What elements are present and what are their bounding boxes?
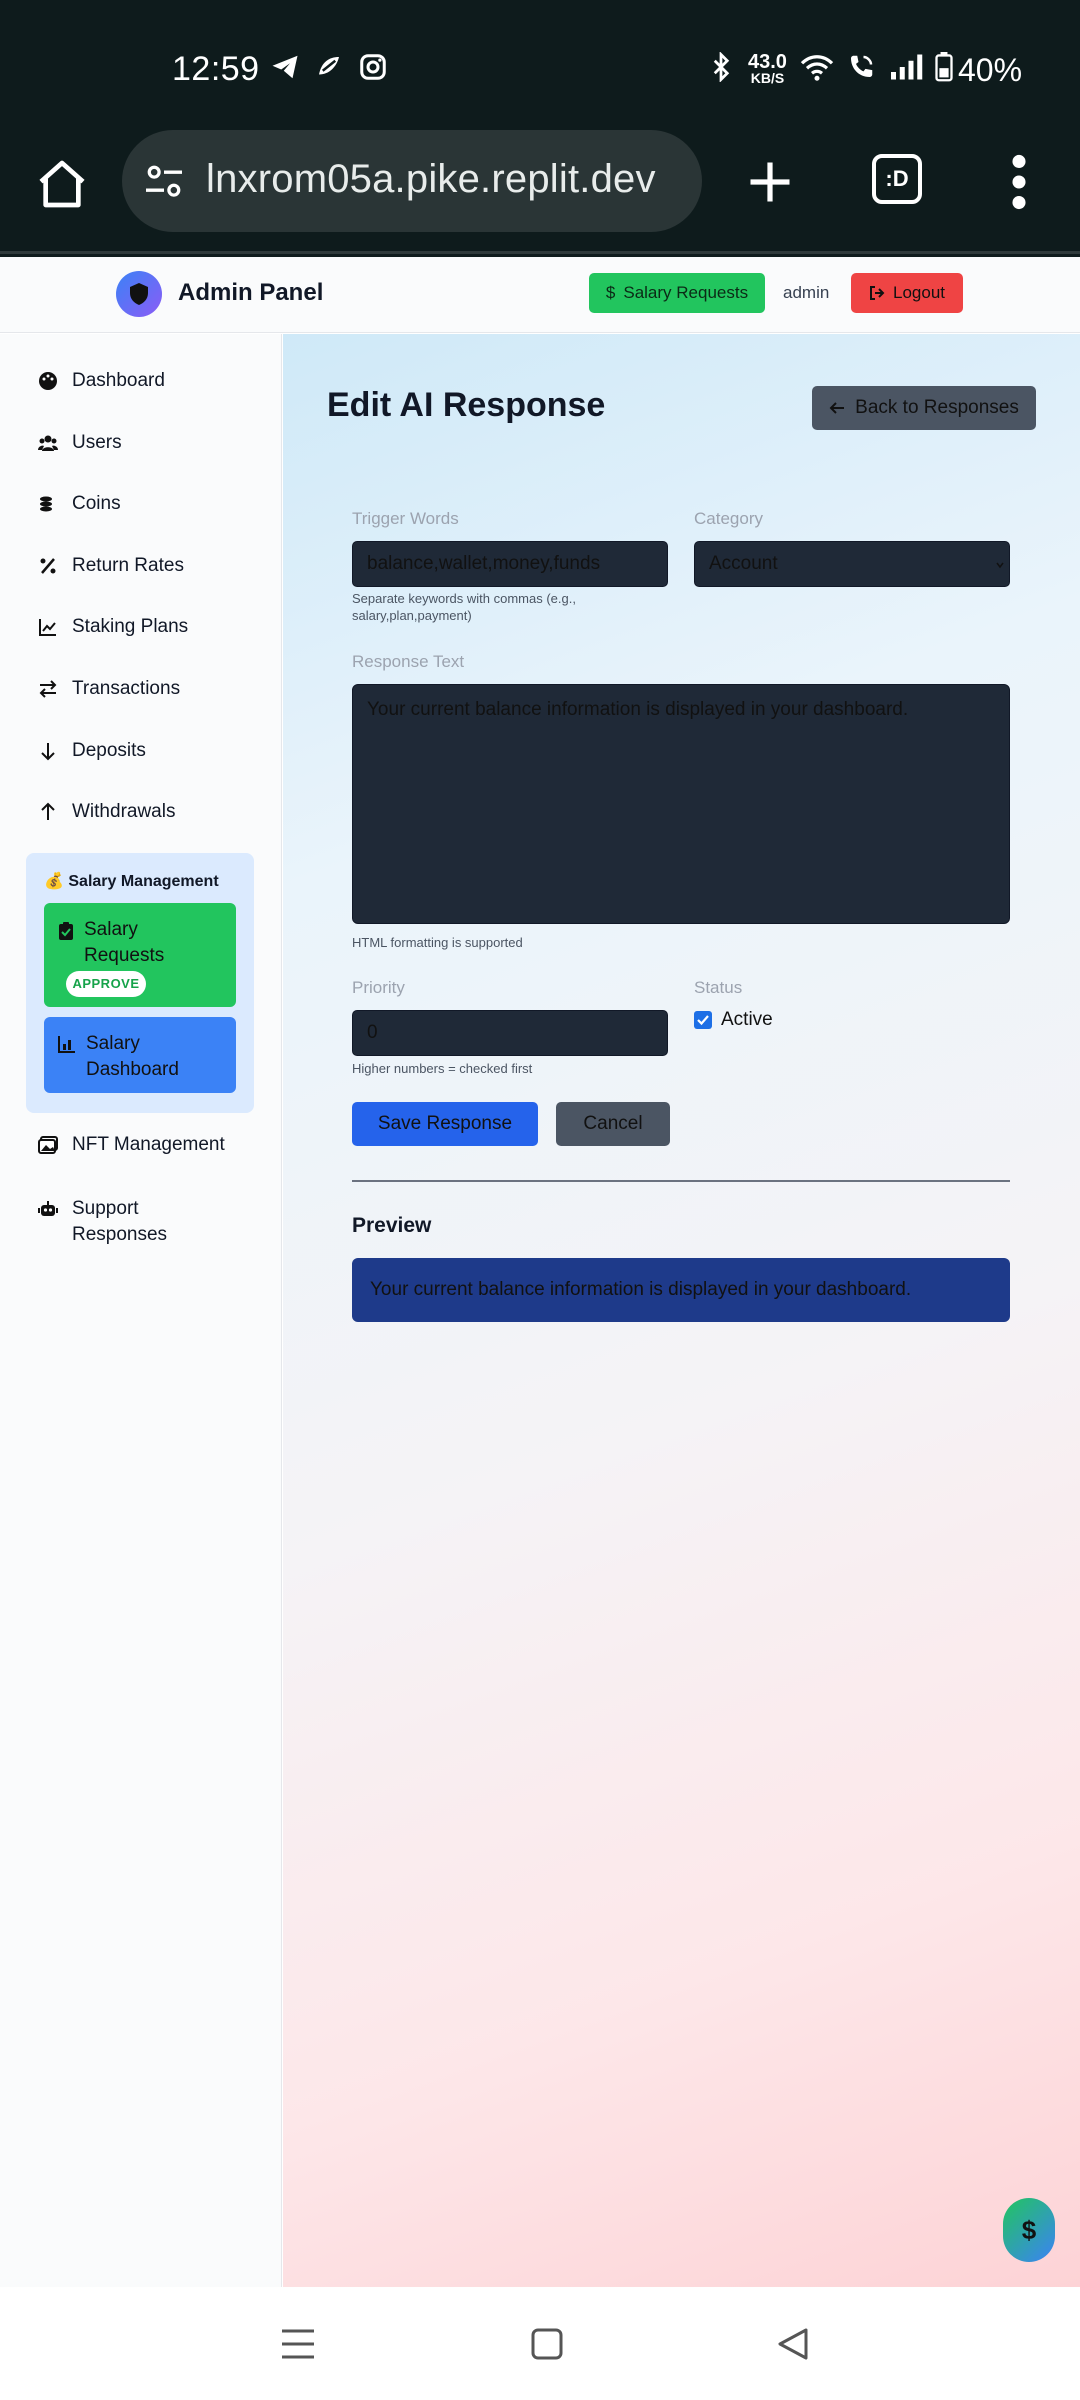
approve-badge: APPROVE (66, 971, 146, 997)
app-notification-icon (319, 57, 339, 75)
coins-icon (40, 496, 52, 512)
chart-line-icon (39, 619, 56, 636)
address-bar[interactable]: lnxrom05a.pike.replit.dev (122, 130, 702, 232)
battery-icon (935, 52, 953, 82)
arrow-left-icon (829, 402, 845, 414)
exchange-icon (39, 680, 57, 698)
network-speed: 43.0 KB/S (748, 51, 787, 86)
logout-button[interactable]: Logout (851, 273, 963, 313)
sidebar-item-nft-management[interactable]: NFT Management (38, 1134, 225, 1156)
salary-fab-button[interactable]: $ (1003, 2198, 1055, 2262)
palette-icon (39, 372, 57, 390)
home-icon[interactable] (34, 156, 90, 212)
save-response-button[interactable]: Save Response (352, 1102, 538, 1146)
preview-box: Your current balance information is disp… (352, 1258, 1010, 1322)
current-user: admin (783, 283, 830, 302)
url-text: lnxrom05a.pike.replit.dev (206, 157, 656, 201)
salary-requests-button[interactable]: $ Salary Requests (589, 273, 765, 313)
chevron-down-icon (996, 562, 1004, 569)
arrow-down-icon (41, 743, 55, 761)
new-tab-icon[interactable] (744, 156, 796, 208)
category-label: Category (694, 509, 763, 528)
trigger-words-label: Trigger Words (352, 509, 459, 528)
main-content: Edit AI Response Back to Responses Trigg… (283, 334, 1080, 2287)
active-label: Active (721, 1009, 773, 1030)
image-icon (38, 1136, 58, 1154)
dollar-icon: $ (605, 283, 616, 302)
telegram-icon (272, 55, 298, 79)
trigger-words-input[interactable]: balance,wallet,money,funds (352, 541, 668, 587)
sidebar-item-users[interactable]: Users (38, 432, 122, 454)
brand-title: Admin Panel (178, 279, 324, 306)
sidebar: Dashboard Users Coins Return Rates Staki… (0, 334, 282, 2287)
sidebar-item-salary-dashboard[interactable]: Salary Dashboard (44, 1017, 236, 1093)
system-navigation-bar (0, 2287, 1080, 2400)
priority-hint: Higher numbers = checked first (352, 1061, 533, 1076)
trigger-words-hint: Separate keywords with commas (e.g., sal… (352, 591, 576, 623)
sidebar-item-salary-requests[interactable]: Salary Requests APPROVE (44, 903, 236, 1007)
salary-management-title: 💰 Salary Management (44, 873, 219, 890)
arrow-up-icon (41, 802, 55, 820)
signal-icon (891, 54, 923, 80)
more-menu-icon[interactable] (1004, 154, 1034, 210)
users-icon (38, 435, 58, 451)
shield-logo-icon (116, 271, 162, 317)
back-nav-icon[interactable] (776, 2327, 810, 2361)
clock: 12:59 (172, 50, 260, 88)
sidebar-item-support-responses[interactable]: Support Responses (38, 1196, 192, 1248)
back-to-responses-button[interactable]: Back to Responses (812, 386, 1036, 430)
preview-title: Preview (352, 1214, 432, 1237)
status-bar: 12:59 43.0 KB/S 40% (0, 0, 1080, 130)
clipboard-check-icon (59, 922, 73, 940)
page-title: Edit AI Response (327, 386, 606, 424)
sidebar-item-staking-plans[interactable]: Staking Plans (38, 616, 188, 638)
recent-apps-icon[interactable] (280, 2327, 316, 2361)
active-checkbox[interactable] (694, 1011, 712, 1029)
web-page: Admin Panel $ Salary Requests admin Logo… (0, 257, 1080, 2287)
bluetooth-icon (713, 52, 730, 82)
salary-management-group: 💰 Salary Management Salary Requests APPR… (26, 853, 254, 1113)
home-nav-icon[interactable] (530, 2327, 564, 2361)
wifi-icon (800, 55, 834, 81)
divider (352, 1180, 1010, 1182)
category-select[interactable]: Account (694, 541, 1010, 587)
percent-icon (40, 558, 56, 574)
chart-bar-icon (58, 1036, 75, 1053)
sidebar-item-coins[interactable]: Coins (38, 493, 121, 515)
sidebar-item-return-rates[interactable]: Return Rates (38, 555, 184, 577)
sidebar-item-transactions[interactable]: Transactions (38, 678, 180, 700)
cancel-button[interactable]: Cancel (556, 1102, 670, 1146)
response-text-hint: HTML formatting is supported (352, 935, 523, 950)
logout-icon (870, 286, 885, 300)
checkmark-icon (697, 1015, 709, 1026)
priority-label: Priority (352, 978, 405, 997)
sidebar-item-dashboard[interactable]: Dashboard (38, 370, 165, 392)
tab-switcher-button[interactable]: :D (872, 154, 922, 204)
site-settings-icon[interactable] (144, 164, 184, 200)
instagram-icon (360, 54, 386, 80)
browser-toolbar: lnxrom05a.pike.replit.dev :D (0, 130, 1080, 254)
response-text-input[interactable]: Your current balance information is disp… (352, 684, 1010, 924)
status-label: Status (694, 978, 743, 997)
battery-percent: 40% (958, 52, 1023, 88)
sidebar-item-withdrawals[interactable]: Withdrawals (38, 801, 175, 823)
robot-icon (38, 1201, 58, 1216)
response-text-label: Response Text (352, 652, 465, 671)
priority-input[interactable]: 0 (352, 1010, 668, 1056)
top-navigation: Admin Panel $ Salary Requests admin Logo… (0, 257, 1080, 333)
wifi-call-icon (851, 55, 873, 77)
sidebar-item-deposits[interactable]: Deposits (38, 740, 146, 762)
